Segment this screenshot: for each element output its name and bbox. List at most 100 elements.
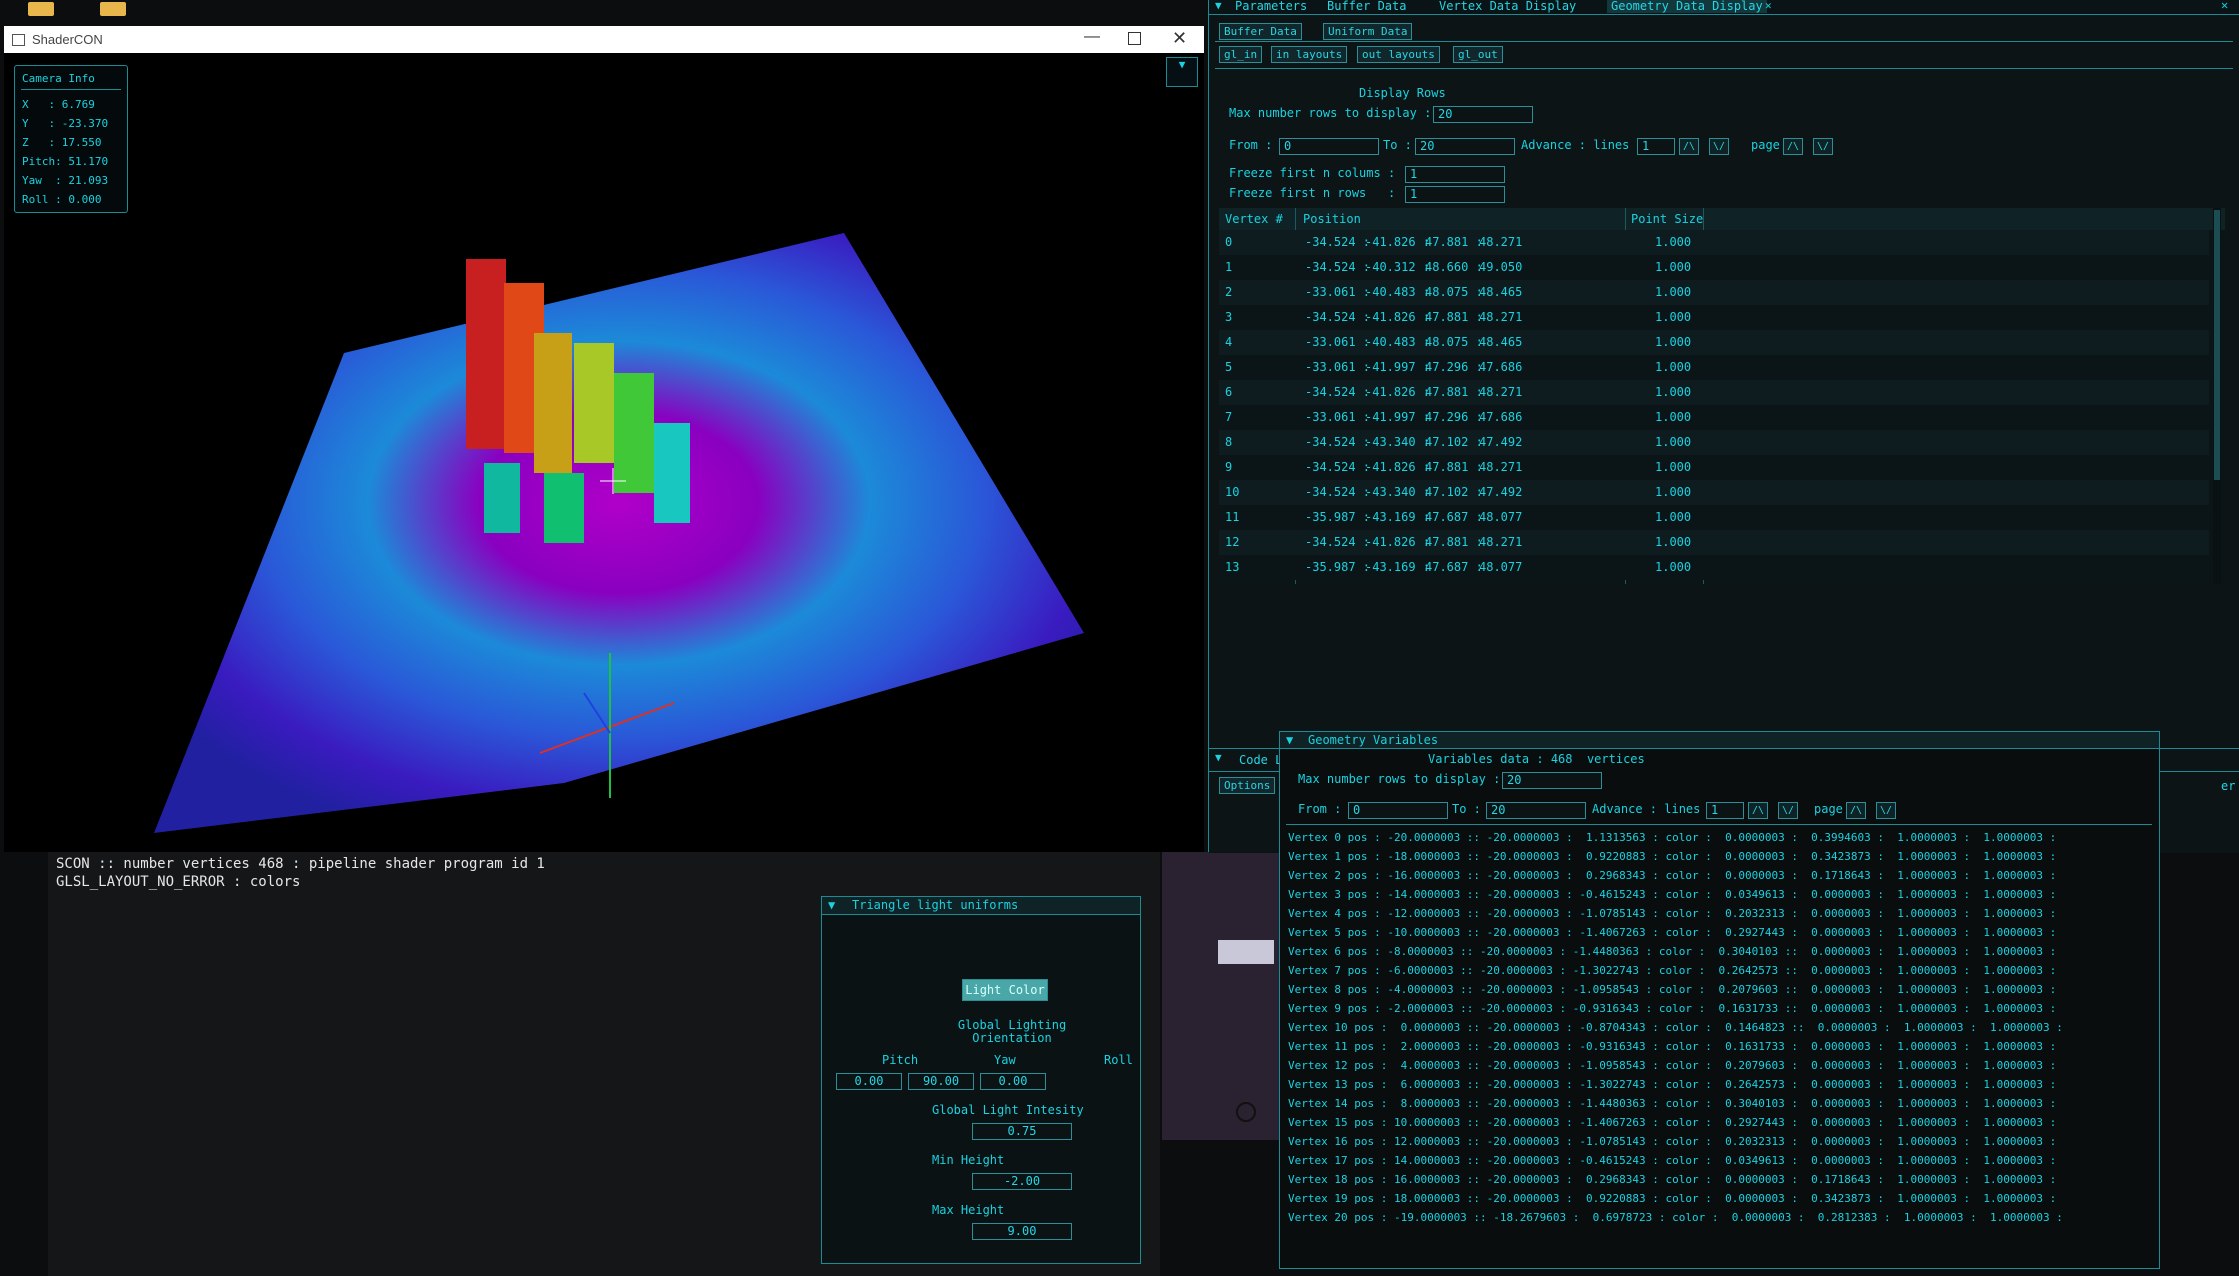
advance-label: Advance : lines	[1521, 138, 1630, 152]
subtab-out-layouts[interactable]: out layouts	[1357, 46, 1440, 63]
geometry-panel-header[interactable]: ▼ Geometry Variables	[1280, 732, 2159, 749]
table-row[interactable]: 4 -33.061 : -40.483 :48.075 :48.465 1.000	[1219, 330, 2209, 355]
to-input[interactable]: 20	[1415, 138, 1515, 155]
table-cell: 47.881 :	[1425, 535, 1483, 549]
tab-buffer-data[interactable]: Buffer Data	[1327, 0, 1406, 13]
table-row[interactable]: 11 -35.987 : -43.169 :47.687 :48.077 1.000	[1219, 505, 2209, 530]
table-cell: 47.687 :	[1425, 510, 1483, 524]
subtab-uniform-data[interactable]: Uniform Data	[1323, 23, 1413, 40]
subtab-gl-in[interactable]: gl_in	[1219, 46, 1263, 63]
table-row[interactable]: 2 -33.061 : -40.483 :48.075 :48.465 1.000	[1219, 280, 2209, 305]
options-button[interactable]: Options	[1219, 777, 1276, 794]
max-height-slider[interactable]: 9.00	[972, 1223, 1072, 1240]
subtab-buffer-data[interactable]: Buffer Data	[1219, 23, 1302, 40]
advance-input[interactable]: 1	[1637, 138, 1675, 155]
yaw-label: Yaw	[994, 1053, 1016, 1067]
geometry-vertex-line: Vertex 9 pos : -2.0000003 :: -20.0000003…	[1288, 1002, 2057, 1015]
yaw-slider[interactable]: 90.00	[908, 1073, 974, 1090]
code-menu-icon[interactable]: ▼	[1215, 751, 1222, 764]
table-header: Vertex # Position Point Size	[1219, 208, 2225, 230]
code-tab[interactable]: Code L	[1239, 753, 1282, 767]
geo-advance-up-icon[interactable]: /\	[1748, 802, 1768, 819]
freeze-rows-input[interactable]: 1	[1405, 186, 1505, 203]
tab-menu-icon[interactable]: ▼	[1215, 0, 1222, 12]
table-row[interactable]: 10 -34.524 : -43.340 :47.102 :47.492 1.000	[1219, 480, 2209, 505]
geo-page-down-icon[interactable]: \/	[1876, 802, 1896, 819]
table-cell: 6	[1225, 385, 1233, 399]
subtab-gl-out[interactable]: gl_out	[1453, 46, 1503, 63]
table-row[interactable]: 6 -34.524 : -41.826 :47.881 :48.271 1.000	[1219, 380, 2209, 405]
viewport-menu-dropdown-icon[interactable]: ▼	[1166, 57, 1198, 87]
geometry-vertex-line: Vertex 1 pos : -18.0000003 :: -20.000000…	[1288, 850, 2057, 863]
min-height-slider[interactable]: -2.00	[972, 1173, 1072, 1190]
geo-from-label: From :	[1298, 802, 1342, 816]
maximize-icon[interactable]	[1128, 32, 1141, 45]
freeze-cols-input[interactable]: 1	[1405, 166, 1505, 183]
table-cell: -34.524 :	[1305, 460, 1371, 474]
tab-geometry-data-display[interactable]: Geometry Data Display	[1607, 0, 1767, 13]
table-row[interactable]: 5 -33.061 : -41.997 :47.296 :47.686 1.000	[1219, 355, 2209, 380]
advance-up-icon[interactable]: /\	[1679, 138, 1699, 155]
table-cell: -41.826 :	[1365, 235, 1431, 249]
tab-vertex-data-display[interactable]: Vertex Data Display	[1439, 0, 1576, 13]
table-cell: -41.826 :	[1365, 385, 1431, 399]
table-row[interactable]: 8 -34.524 : -43.340 :47.102 :47.492 1.000	[1219, 430, 2209, 455]
geo-advance-down-icon[interactable]: \/	[1778, 802, 1798, 819]
pitch-slider[interactable]: 0.00	[836, 1073, 902, 1090]
table-row[interactable]: 0 -34.524 : -41.826 :47.881 :48.271 1.000	[1219, 230, 2209, 255]
table-cell: 48.271	[1479, 460, 1523, 474]
table-cell: 1.000	[1655, 535, 1692, 549]
console-line: SCON :: number vertices 468 : pipeline s…	[56, 856, 545, 872]
table-cell: 1.000	[1655, 285, 1692, 299]
light-color-button[interactable]: Light Color	[962, 979, 1048, 1001]
terrain-peak-bar	[614, 373, 654, 493]
page-down-icon[interactable]: \/	[1813, 138, 1833, 155]
table-cell: 48.271	[1479, 385, 1523, 399]
max-rows-input[interactable]: 20	[1433, 106, 1533, 123]
table-cell: -41.997 :	[1365, 410, 1431, 424]
table-cell: 47.881 :	[1425, 460, 1483, 474]
table-cell: 1.000	[1655, 385, 1692, 399]
collapse-icon[interactable]: ▼	[1286, 732, 1293, 748]
subtab-in-layouts[interactable]: in layouts	[1271, 46, 1348, 63]
pitch-label: Pitch	[882, 1053, 919, 1067]
geo-to-input[interactable]: 20	[1486, 802, 1586, 819]
geometry-vertex-line: Vertex 0 pos : -20.0000003 :: -20.000000…	[1288, 831, 2057, 844]
close-icon[interactable]: ✕	[1172, 28, 1187, 49]
table-body: 0 -34.524 : -41.826 :47.881 :48.271 1.000 1-…	[1219, 230, 2209, 580]
tab-close-icon[interactable]: ✕	[1765, 0, 1772, 12]
geo-to-label: To :	[1452, 802, 1481, 816]
collapse-icon[interactable]: ▼	[828, 897, 835, 914]
background-image	[1162, 852, 1280, 1140]
table-cell: 48.077	[1479, 510, 1523, 524]
geo-advance-input[interactable]: 1	[1706, 802, 1744, 819]
intensity-label: Global Light Intesity	[932, 1103, 1084, 1117]
advance-down-icon[interactable]: \/	[1709, 138, 1729, 155]
from-input[interactable]: 0	[1279, 138, 1379, 155]
table-row[interactable]: 1 -34.524 : -40.312 :48.660 :49.050 1.000	[1219, 255, 2209, 280]
table-row[interactable]: 12 -34.524 : -41.826 :47.881 :48.271 1.000	[1219, 530, 2209, 555]
geometry-vertex-line: Vertex 10 pos : 0.0000003 :: -20.0000003…	[1288, 1021, 2063, 1034]
table-row[interactable]: 3 -34.524 : -41.826 :47.881 :48.271 1.000	[1219, 305, 2209, 330]
table-cell: -41.826 :	[1365, 535, 1431, 549]
desktop-folder-icon[interactable]	[28, 2, 54, 16]
intensity-slider[interactable]: 0.75	[972, 1123, 1072, 1140]
geo-max-rows-input[interactable]: 20	[1502, 772, 1602, 789]
roll-slider[interactable]: 0.00	[980, 1073, 1046, 1090]
geo-from-input[interactable]: 0	[1348, 802, 1448, 819]
table-row[interactable]: 7 -33.061 : -41.997 :47.296 :47.686 1.000	[1219, 405, 2209, 430]
geo-page-up-icon[interactable]: /\	[1846, 802, 1866, 819]
page-up-icon[interactable]: /\	[1783, 138, 1803, 155]
window-close-icon[interactable]: ✕	[2221, 0, 2228, 12]
tab-parameters[interactable]: Parameters	[1235, 0, 1307, 13]
main-window-titlebar[interactable]: ShaderCON — ✕	[4, 26, 1204, 53]
table-cell: 48.075 :	[1425, 285, 1483, 299]
table-row[interactable]: 9 -34.524 : -41.826 :47.881 :48.271 1.000	[1219, 455, 2209, 480]
minimize-icon[interactable]: —	[1084, 28, 1100, 46]
desktop-folder-icon[interactable]	[100, 2, 126, 16]
3d-viewport[interactable]: Camera Info X : 6.769 Y : -23.370 Z : 17…	[4, 53, 1204, 852]
geometry-variables-list: Vertex 0 pos : -20.0000003 :: -20.000000…	[1288, 828, 2154, 1227]
table-scrollbar[interactable]	[2213, 208, 2221, 584]
table-row[interactable]: 13 -35.987 : -43.169 :47.687 :48.077 1.000	[1219, 555, 2209, 580]
light-panel-header[interactable]: ▼ Triangle light uniforms	[822, 897, 1140, 915]
